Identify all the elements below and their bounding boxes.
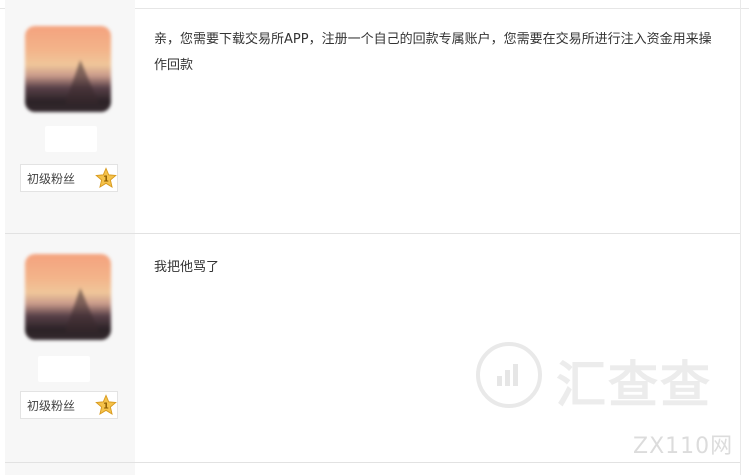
user-level-label: 初级粉丝 (27, 398, 76, 413)
star-level-icon: 1 (95, 394, 117, 415)
svg-text:1: 1 (103, 174, 109, 184)
user-avatar[interactable] (25, 254, 111, 340)
post-content: 亲，您需要下载交易所APP，注册一个自己的回款专属账户，您需要在交易所进行注入资… (154, 32, 712, 73)
user-level-badge: 初级粉丝 1 (20, 391, 118, 419)
svg-text:1: 1 (103, 401, 109, 411)
post-divider (5, 233, 740, 234)
user-level-label: 初级粉丝 (27, 171, 76, 186)
watermark-brand: 汇查查 (556, 356, 712, 414)
user-level-badge: 初级粉丝 1 (20, 164, 118, 192)
watermark-site: ZX110网 (633, 434, 734, 459)
post-content: 我把他骂了 (154, 260, 220, 275)
right-border (740, 0, 741, 475)
watermark-logo-icon (476, 342, 542, 408)
username-blurred[interactable] (45, 126, 97, 152)
username-blurred[interactable] (38, 356, 90, 382)
user-avatar[interactable] (25, 26, 111, 112)
star-level-icon: 1 (95, 167, 117, 188)
post-divider (5, 462, 740, 463)
